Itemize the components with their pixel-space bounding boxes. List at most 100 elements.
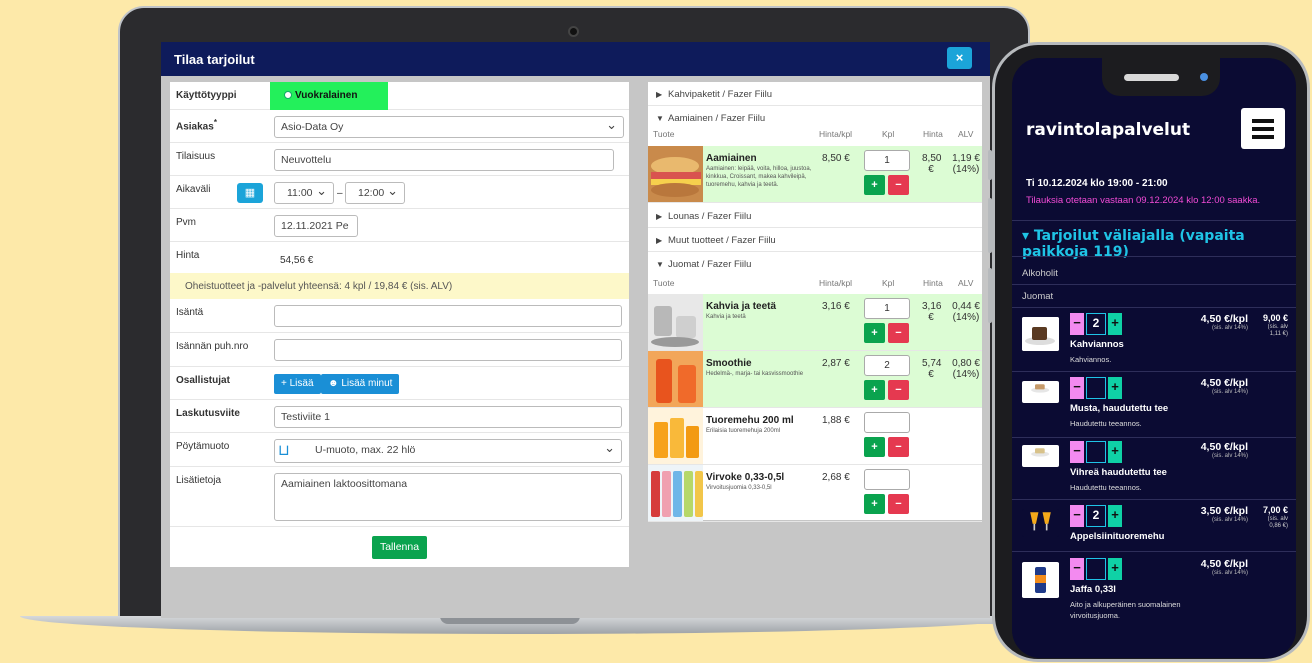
aikavali-to-select[interactable]: 12:00: [345, 182, 405, 204]
aikavali-from-select[interactable]: 11:00: [274, 182, 334, 204]
row-asiakas: Asiakas* Asio-Data Oy: [170, 110, 629, 143]
jaffa-image: [1022, 562, 1059, 598]
quantity-input[interactable]: 2: [864, 355, 910, 376]
header-kpl: Kpl: [882, 278, 895, 288]
quantity-input[interactable]: [1086, 558, 1106, 580]
quantity-input[interactable]: [1086, 377, 1106, 399]
category-label: Aamiainen / Fazer Fiilu: [668, 113, 766, 124]
poytamuoto-value: U-muoto, max. 22 hlö: [315, 444, 416, 456]
isanta-puh-input[interactable]: [274, 339, 622, 361]
quantity-input[interactable]: [864, 469, 910, 490]
divider: [1012, 499, 1296, 500]
header-kpl: Kpl: [882, 129, 895, 139]
header-tuote: Tuote: [653, 129, 675, 139]
list-item: Virvoke 0,33-0,5l Virvoitusjuomia 0,33-0…: [648, 465, 982, 522]
minus-button[interactable]: −: [888, 380, 909, 400]
quantity-input[interactable]: 2: [1086, 313, 1106, 335]
plus-button[interactable]: +: [864, 380, 885, 400]
pvm-input[interactable]: 12.11.2021 Pe: [274, 215, 358, 237]
header-hinta: Hinta: [923, 278, 943, 288]
u-table-icon: ⊔: [278, 442, 290, 459]
category-juomat[interactable]: Juomat: [1022, 291, 1053, 302]
asiakas-select[interactable]: Asio-Data Oy: [274, 116, 624, 138]
category-lounas[interactable]: ▶ Lounas / Fazer Fiilu: [648, 204, 982, 228]
minus-button[interactable]: −: [888, 175, 909, 195]
save-button[interactable]: Tallenna: [372, 536, 427, 559]
minus-button[interactable]: −: [888, 437, 909, 457]
tilaisuus-input[interactable]: Neuvottelu: [274, 149, 614, 171]
app-title: ravintolapalvelut: [1026, 120, 1191, 140]
lisatietoja-textarea[interactable]: Aamiainen laktoosittomana: [274, 473, 622, 521]
category-label: Muut tuotteet / Fazer Fiilu: [668, 235, 776, 246]
kayttotyyppi-label: Käyttötyyppi: [176, 90, 237, 101]
quantity-input[interactable]: 1: [864, 150, 910, 171]
minus-button[interactable]: −: [888, 494, 909, 514]
item-price: 3,16 €: [822, 301, 850, 312]
row-osallistujat: Osallistujat + Lisää ☻ Lisää minut: [170, 367, 629, 400]
plus-button[interactable]: +: [864, 437, 885, 457]
item-desc: Virvoitusjuomia 0,33-0,5l: [706, 485, 772, 491]
minus-button[interactable]: −: [888, 323, 909, 343]
hamburger-menu-icon[interactable]: [1241, 108, 1285, 149]
minus-button[interactable]: −: [1070, 441, 1084, 463]
plus-button[interactable]: +: [1108, 377, 1122, 399]
minus-button[interactable]: −: [1070, 558, 1084, 580]
from-value: 11:00: [287, 187, 313, 199]
quantity-input[interactable]: 1: [864, 298, 910, 319]
row-aikavali: Aikaväli ▦ 11:00 – 12:00: [170, 176, 629, 209]
plus-button[interactable]: +: [1108, 441, 1122, 463]
isanta-puh-label: Isännän puh.nro: [176, 341, 249, 352]
divider: [1012, 307, 1296, 308]
radio-icon: [284, 91, 292, 99]
plus-button[interactable]: +: [1108, 313, 1122, 335]
divider: [1012, 371, 1296, 372]
lisaa-label: Lisää: [289, 378, 314, 389]
quantity-input[interactable]: 2: [1086, 505, 1106, 527]
phone-side-button: [988, 198, 992, 253]
close-button[interactable]: ×: [947, 47, 972, 69]
plus-button[interactable]: +: [864, 175, 885, 195]
quantity-input[interactable]: [864, 412, 910, 433]
category-aamiainen[interactable]: ▼ Aamiainen / Fazer Fiilu: [648, 106, 982, 126]
lisaa-button[interactable]: + Lisää: [274, 374, 321, 394]
list-item: − + 4,50 €/kpl (sis. alv 14%) Musta, hau…: [1012, 375, 1296, 437]
product-menu: ▶ Kahvipaketit / Fazer Fiilu ▼ Aamiainen /…: [648, 82, 982, 522]
phone-side-button: [988, 150, 992, 180]
calendar-icon[interactable]: ▦: [237, 183, 263, 203]
poytamuoto-select[interactable]: ⊔ U-muoto, max. 22 hlö: [274, 439, 622, 463]
table-header: Tuote Hinta/kpl Kpl Hinta ALV: [648, 129, 982, 143]
plus-button[interactable]: +: [864, 323, 885, 343]
item-desc: Erilaisia tuoremehuja 200ml: [706, 428, 781, 434]
plus-button[interactable]: +: [1108, 558, 1122, 580]
item-price: 2,68 €: [822, 472, 850, 483]
modal-title: Tilaa tarjoilut: [174, 51, 255, 67]
item-name: Aamiainen: [706, 153, 757, 164]
vuokralainen-radio[interactable]: Vuokralainen: [270, 82, 388, 110]
category-juomat[interactable]: ▼ Juomat / Fazer Fiilu: [648, 252, 982, 272]
isanta-label: Isäntä: [176, 307, 204, 318]
item-alv: 1,19 € (14%): [952, 153, 980, 175]
item-total: 9,00 €: [1262, 313, 1288, 323]
minus-button[interactable]: −: [1070, 313, 1084, 335]
oheis-info-bar: Oheistuotteet ja -palvelut yhteensä: 4 k…: [170, 273, 629, 299]
phone-camera: [1200, 73, 1208, 81]
minus-button[interactable]: −: [1070, 505, 1084, 527]
plus-button[interactable]: +: [1108, 505, 1122, 527]
plus-button[interactable]: +: [864, 494, 885, 514]
quantity-input[interactable]: [1086, 441, 1106, 463]
laskutusviite-input[interactable]: Testiviite 1: [274, 406, 622, 428]
smoothie-image: [648, 351, 703, 407]
category-label: Lounas / Fazer Fiilu: [668, 211, 752, 222]
modal-header: Tilaa tarjoilut ×: [161, 42, 990, 76]
isanta-input[interactable]: [274, 305, 622, 327]
category-alkoholit[interactable]: Alkoholit: [1022, 268, 1058, 279]
item-total-alv: (sis. alv 1,11 €): [1267, 324, 1288, 337]
header-alv: ALV: [958, 129, 974, 139]
lisaa-minut-button[interactable]: ☻ Lisää minut: [321, 374, 400, 394]
category-muut[interactable]: ▶ Muut tuotteet / Fazer Fiilu: [648, 228, 982, 252]
minus-button[interactable]: −: [1070, 377, 1084, 399]
item-price: 1,88 €: [822, 415, 850, 426]
category-kahvipaketit[interactable]: ▶ Kahvipaketit / Fazer Fiilu: [648, 82, 982, 106]
item-name: Smoothie: [706, 358, 752, 369]
pvm-label: Pvm: [176, 217, 196, 228]
